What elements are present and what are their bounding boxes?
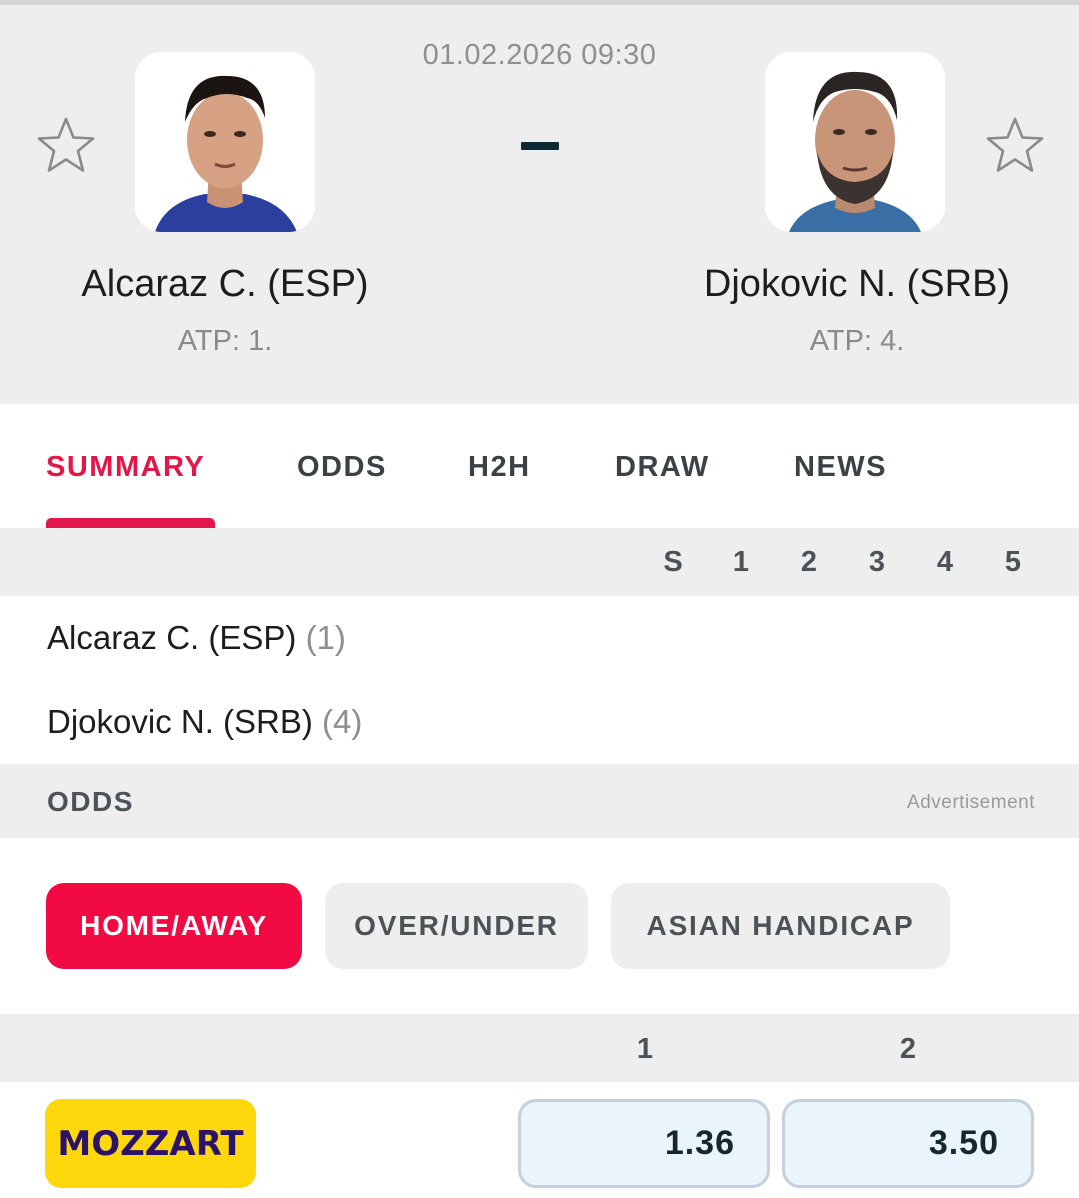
- score-col-sets: S: [663, 546, 683, 578]
- score-col-set5: 5: [1004, 546, 1022, 578]
- score-col-set3: 3: [868, 546, 886, 578]
- odds-col-home: 1: [636, 1033, 654, 1065]
- market-tab-home-away[interactable]: HOME/AWAY: [46, 883, 302, 969]
- home-player-rank: ATP: 1.: [177, 325, 273, 357]
- market-tab-over-under[interactable]: OVER/UNDER: [325, 883, 588, 969]
- scoreboard-row-away[interactable]: Djokovic N. (SRB) (4): [47, 703, 362, 741]
- tab-summary[interactable]: SUMMARY: [46, 451, 205, 484]
- tab-draw[interactable]: DRAW: [615, 451, 710, 484]
- away-player-rank: ATP: 4.: [809, 325, 905, 357]
- bookmaker-logo[interactable]: MOZZART: [45, 1099, 256, 1188]
- scoreboard-row-home[interactable]: Alcaraz C. (ESP) (1): [47, 619, 346, 657]
- match-header: 01.02.2026 09:30 Alcaraz C. (ESP) ATP: 1…: [0, 5, 1079, 404]
- market-tab-asian-handicap[interactable]: ASIAN HANDICAP: [611, 883, 950, 969]
- score-col-set2: 2: [800, 546, 818, 578]
- odds-section-title: ODDS: [47, 786, 134, 817]
- tab-h2h[interactable]: H2H: [468, 451, 531, 484]
- player-photo-icon: [135, 52, 315, 232]
- tab-odds[interactable]: ODDS: [297, 451, 387, 484]
- odd-away-button[interactable]: 3.50: [782, 1099, 1034, 1188]
- player-photo-icon: [765, 52, 945, 232]
- favorite-star-icon[interactable]: [984, 115, 1046, 177]
- away-player-name[interactable]: Djokovic N. (SRB): [647, 263, 1067, 306]
- favorite-star-icon[interactable]: [35, 115, 97, 177]
- away-player-avatar[interactable]: [765, 52, 945, 232]
- advertisement-label: Advertisement: [907, 792, 1035, 813]
- home-player-avatar[interactable]: [135, 52, 315, 232]
- score-col-set4: 4: [936, 546, 954, 578]
- tab-news[interactable]: NEWS: [794, 451, 887, 484]
- odd-home-button[interactable]: 1.36: [518, 1099, 770, 1188]
- scoreboard-away-seed: (4): [322, 703, 363, 740]
- scoreboard-home-seed: (1): [305, 619, 346, 656]
- active-tab-indicator: [46, 518, 215, 528]
- scoreboard-header: S 1 2 3 4 5: [0, 528, 1079, 596]
- match-tabs: SUMMARY ODDS H2H DRAW NEWS: [0, 404, 1079, 528]
- scoreboard-home-name: Alcaraz C. (ESP): [47, 619, 297, 656]
- score-col-set1: 1: [732, 546, 750, 578]
- odds-col-away: 2: [899, 1033, 917, 1065]
- score-separator: [521, 142, 559, 150]
- odds-section-header: ODDS Advertisement: [0, 764, 1079, 838]
- odds-table-header: 1 2: [0, 1014, 1079, 1082]
- scoreboard-away-name: Djokovic N. (SRB): [47, 703, 313, 740]
- home-player-name[interactable]: Alcaraz C. (ESP): [15, 263, 435, 306]
